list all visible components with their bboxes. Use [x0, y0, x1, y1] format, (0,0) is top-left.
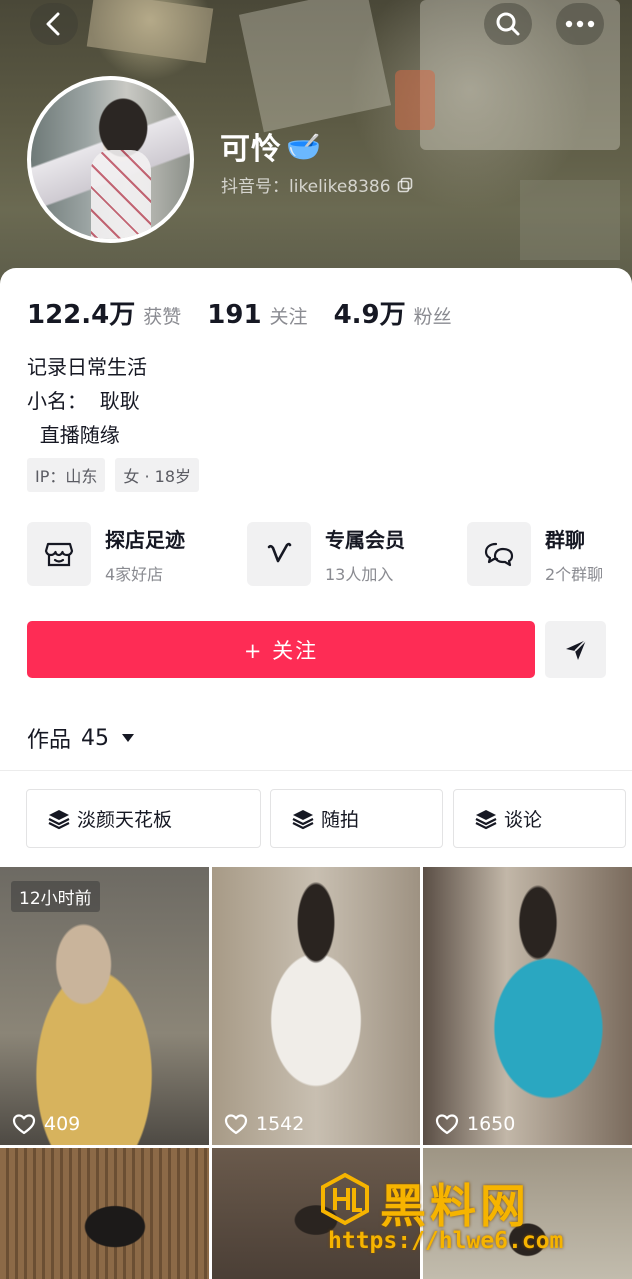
feature-subtitle: 2个群聊	[545, 564, 604, 584]
follow-button[interactable]: + 关注	[27, 621, 535, 678]
banner-decoration	[238, 0, 392, 133]
profile-tags: IP：山东 女 · 18岁	[27, 458, 199, 492]
works-label: 作品	[27, 728, 72, 753]
collection-label: 谈论	[504, 809, 543, 831]
bowl-emoji-icon: 🥣	[286, 129, 322, 163]
divider	[0, 770, 632, 771]
feature-store-visits[interactable]: 探店足迹 4家好店	[27, 522, 185, 586]
video-thumbnail[interactable]: 12小时前 409	[0, 867, 209, 1145]
stat-label: 关注	[269, 306, 308, 328]
feature-title: 群聊	[545, 527, 585, 552]
collection-label: 淡颜天花板	[77, 809, 173, 831]
search-button[interactable]	[484, 3, 532, 45]
search-icon	[496, 12, 520, 36]
banner-decoration	[395, 70, 435, 130]
collection-label: 随拍	[321, 809, 360, 831]
more-options-button[interactable]	[556, 3, 604, 45]
stat-likes[interactable]: 122.4万 获赞	[27, 294, 181, 331]
stat-value: 191	[207, 300, 262, 330]
works-tab[interactable]: 作品 45	[27, 722, 135, 754]
send-arrow-icon	[565, 638, 587, 660]
caret-down-icon	[122, 734, 135, 742]
stat-following[interactable]: 191 关注	[207, 300, 307, 330]
watermark: 黑料网 https://hlwe6.com	[318, 1170, 578, 1262]
likes-count: 1542	[256, 1113, 305, 1135]
share-button[interactable]	[545, 621, 606, 678]
heart-outline-icon	[224, 1114, 248, 1135]
gender-age-tag: 女 · 18岁	[115, 458, 199, 492]
works-count: 45	[81, 725, 110, 751]
feature-membership[interactable]: 专属会员 13人加入	[247, 522, 405, 586]
video-likes: 1650	[435, 1113, 515, 1135]
feature-title: 探店足迹	[105, 527, 185, 552]
collection-chip[interactable]: 随拍	[270, 789, 443, 848]
nickname: 可怜 🥣	[220, 124, 322, 168]
time-badge: 12小时前	[11, 881, 100, 912]
chat-bubbles-icon	[467, 522, 531, 586]
avatar-photo-detail	[91, 150, 151, 239]
copy-icon[interactable]	[397, 177, 413, 193]
profile-card: 122.4万 获赞 191 关注 4.9万 粉丝 记录日常生活 小名： 耿耿 直…	[0, 268, 632, 1279]
watermark-title: 黑料网	[380, 1179, 530, 1233]
more-dots-icon	[565, 20, 595, 28]
feature-subtitle: 4家好店	[105, 564, 164, 584]
video-thumbnail[interactable]: 1542	[212, 867, 420, 1145]
watermark-url: https://hlwe6.com	[328, 1228, 564, 1254]
layers-icon	[475, 809, 497, 829]
collection-chip[interactable]: 淡颜天花板	[26, 789, 261, 848]
feature-group-chat[interactable]: 群聊 2个群聊	[467, 522, 603, 586]
chevron-left-icon	[46, 12, 60, 36]
layers-icon	[292, 809, 314, 829]
stat-label: 获赞	[143, 306, 182, 328]
likes-count: 409	[44, 1113, 81, 1135]
ip-location-tag: IP：山东	[27, 458, 106, 492]
bio-line: 记录日常生活	[27, 355, 147, 379]
feature-subtitle: 13人加入	[325, 564, 394, 584]
stat-label: 粉丝	[413, 306, 452, 328]
douyin-id-text: 抖音号：likelike8386	[221, 177, 391, 197]
video-likes: 1542	[224, 1113, 304, 1135]
banner-decoration	[86, 0, 214, 64]
heart-outline-icon	[12, 1114, 36, 1135]
bio: 记录日常生活 小名： 耿耿 直播随缘	[27, 350, 147, 452]
stat-value: 4.9万	[333, 300, 406, 330]
feature-entries: 探店足迹 4家好店 专属会员 13人加入 群聊 2个群聊	[27, 522, 632, 588]
video-thumbnail[interactable]: 1650	[423, 867, 632, 1145]
stat-followers[interactable]: 4.9万 粉丝	[334, 294, 452, 331]
feature-title: 专属会员	[325, 527, 405, 552]
bio-line: 小名： 耿耿	[27, 389, 140, 413]
collection-chip[interactable]: 谈论	[453, 789, 626, 848]
bio-line: 直播随缘	[27, 423, 120, 447]
collection-chips: 淡颜天花板 随拍 谈论	[0, 789, 632, 848]
layers-icon	[48, 809, 70, 829]
nickname-text: 可怜	[220, 132, 282, 167]
banner-decoration	[520, 180, 620, 260]
video-likes: 409	[12, 1113, 80, 1135]
store-icon	[27, 522, 91, 586]
back-button[interactable]	[30, 3, 78, 45]
watermark-logo-icon	[321, 1172, 369, 1226]
vip-v-icon	[247, 522, 311, 586]
avatar[interactable]	[27, 76, 194, 243]
heart-outline-icon	[435, 1114, 459, 1135]
douyin-id[interactable]: 抖音号：likelike8386	[221, 172, 413, 197]
likes-count: 1650	[467, 1113, 516, 1135]
video-thumbnail[interactable]	[0, 1148, 209, 1279]
stat-value: 122.4万	[27, 300, 136, 330]
stats-row: 122.4万 获赞 191 关注 4.9万 粉丝	[27, 294, 478, 331]
